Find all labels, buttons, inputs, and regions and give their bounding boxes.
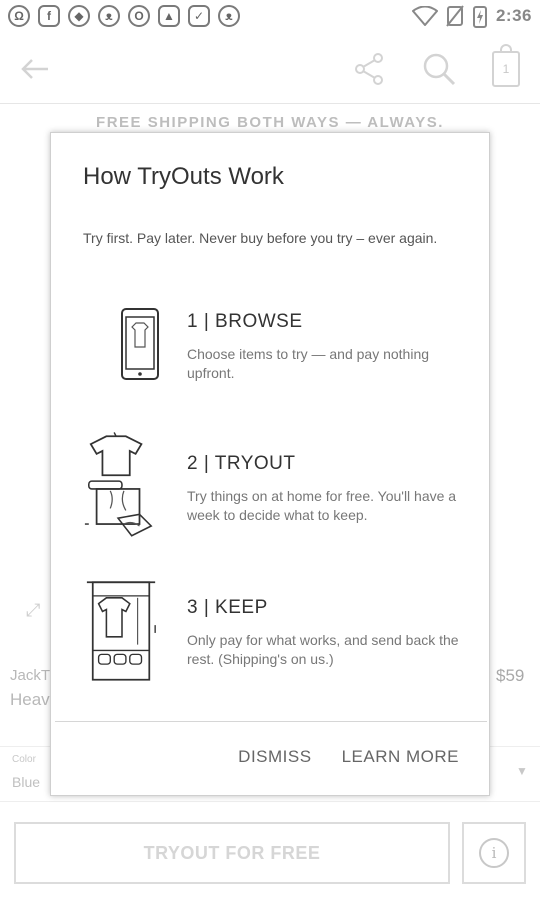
expand-icon: ⤢ <box>26 600 41 620</box>
closet-icon <box>86 581 156 681</box>
share-icon[interactable] <box>352 52 386 86</box>
dialog-intro: Try first. Pay later. Never buy before y… <box>83 230 438 246</box>
dialog-actions: DISMISS LEARN MORE <box>238 747 459 767</box>
step-heading: 1 | BROWSE <box>187 311 303 332</box>
dismiss-button[interactable]: DISMISS <box>238 747 311 767</box>
dialog-divider <box>55 721 487 722</box>
cart-icon[interactable]: 1 <box>492 43 520 87</box>
how-tryouts-work-dialog: How TryOuts Work Try first. Pay later. N… <box>50 132 490 796</box>
step-heading: 2 | TRYOUT <box>187 453 296 474</box>
opera-icon: O <box>128 5 150 27</box>
back-arrow-icon[interactable] <box>20 57 50 81</box>
learn-more-button[interactable]: LEARN MORE <box>342 747 459 767</box>
tshirt-box-icon <box>84 432 153 537</box>
product-brand: JackT <box>10 667 51 684</box>
step-description: Try things on at home for free. You'll h… <box>187 488 457 523</box>
notification-icons: Ω f ◆ ᴥ O ▲ ✓ ᴥ <box>8 5 240 27</box>
dialog-title: How TryOuts Work <box>83 163 284 190</box>
product-info: JackT Heav <box>10 664 50 712</box>
step-description: Only pay for what works, and send back t… <box>187 632 459 667</box>
wifi-icon <box>411 6 438 26</box>
color-label: Color <box>12 754 36 765</box>
status-bar: Ω f ◆ ᴥ O ▲ ✓ ᴥ 2:36 <box>0 0 540 32</box>
free-shipping-banner: FREE SHIPPING BOTH WAYS — ALWAYS. <box>96 114 444 131</box>
product-name: Heav <box>10 690 50 709</box>
cat-face-icon: ᴥ <box>218 5 240 27</box>
system-icons: 2:36 <box>411 4 532 28</box>
facebook-icon: f <box>38 5 60 27</box>
tryout-for-free-button[interactable]: TRYOUT FOR FREE <box>14 822 450 884</box>
info-icon: i <box>479 838 509 868</box>
step-description: Choose items to try — and pay nothing up… <box>187 346 430 381</box>
no-sim-icon <box>446 5 464 27</box>
battery-icon <box>472 6 487 28</box>
messenger-icon: ◆ <box>68 5 90 27</box>
cart-handle <box>500 43 512 53</box>
search-icon[interactable] <box>422 52 456 86</box>
cat-icon: ᴥ <box>98 5 120 27</box>
image-icon: ✓ <box>188 5 210 27</box>
lock-icon: ▲ <box>158 5 180 27</box>
product-price: $59 <box>496 666 525 685</box>
chevron-down-icon: ▼ <box>516 764 528 778</box>
info-button[interactable]: i <box>462 822 526 884</box>
chat-icon: Ω <box>8 5 30 27</box>
cart-count: 1 <box>502 61 510 76</box>
color-value: Blue <box>12 774 41 790</box>
step-heading: 3 | KEEP <box>187 597 268 618</box>
app-toolbar: 1 <box>0 34 540 104</box>
clock: 2:36 <box>495 6 532 25</box>
phone-icon <box>121 308 159 380</box>
